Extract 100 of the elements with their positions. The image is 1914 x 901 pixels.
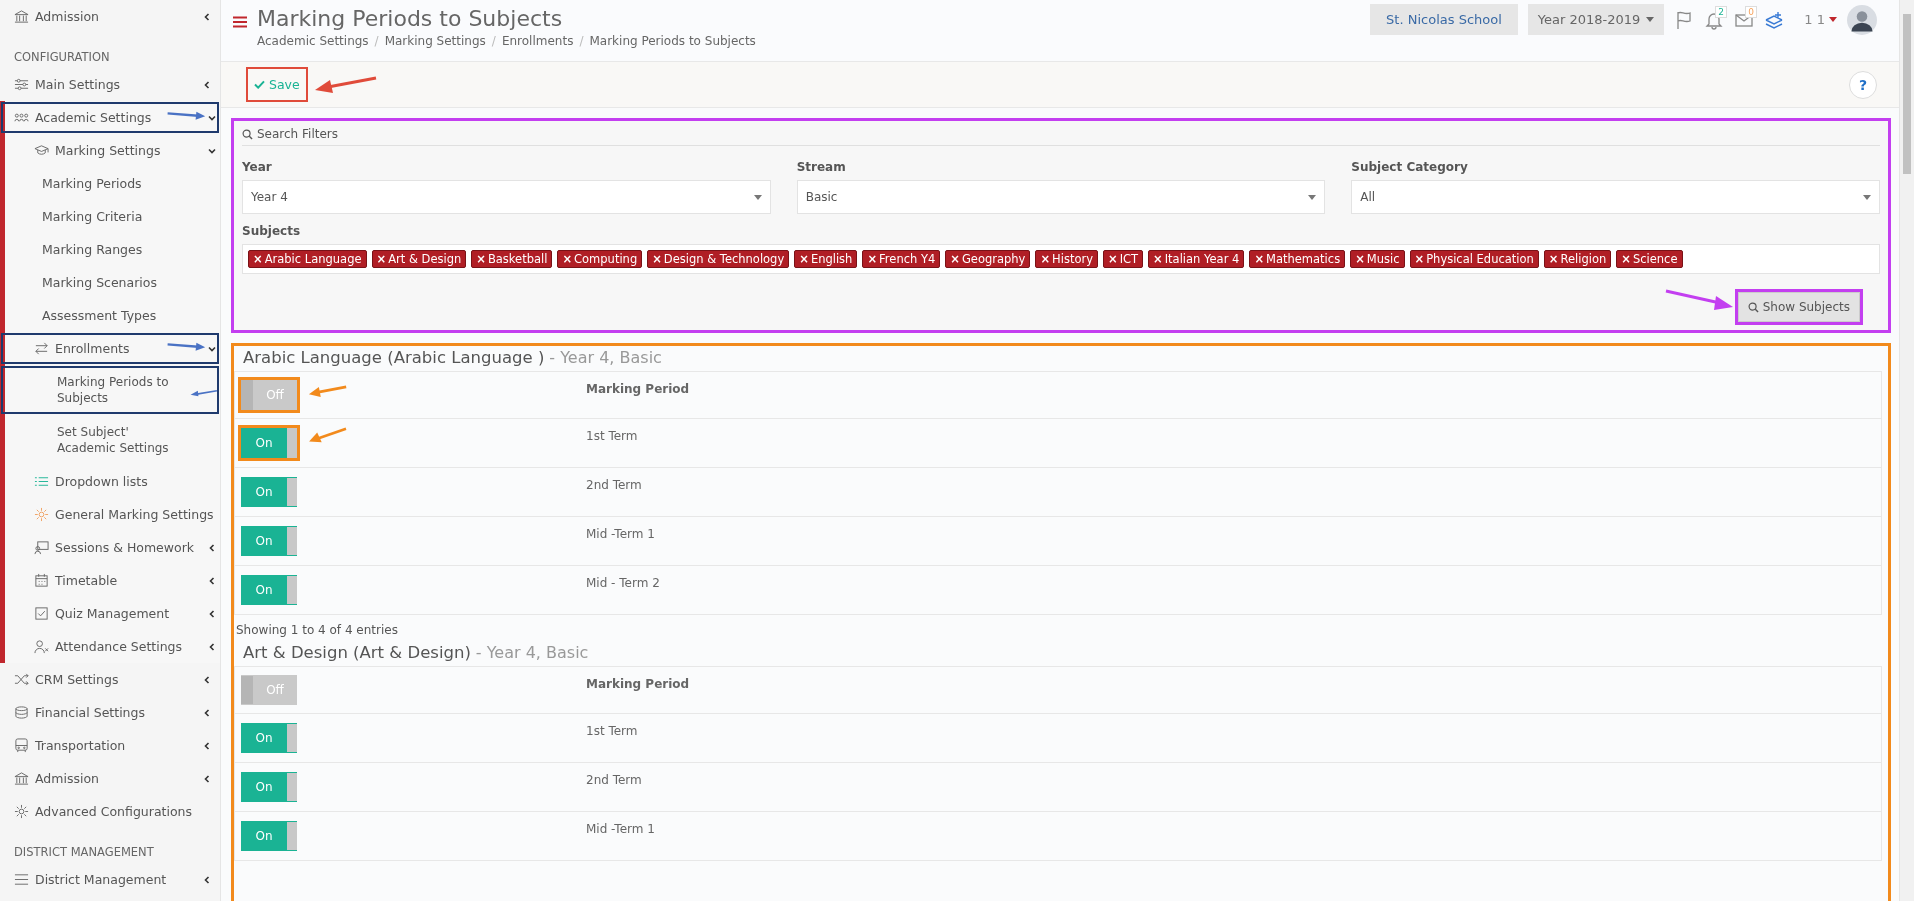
remove-tag-button[interactable]: × [1254, 252, 1264, 266]
screen-icon [34, 540, 49, 555]
select-field[interactable]: All [1351, 180, 1880, 214]
sidebar-item-label: Marking Scenarios [42, 275, 157, 290]
entries-info: Showing 1 to 4 of 4 entries [235, 622, 399, 639]
sidebar-item[interactable]: Assessment Types [0, 299, 220, 332]
sidebar-item[interactable]: Advanced Configurations [0, 795, 220, 828]
sidebar-item[interactable]: Quiz Management [0, 597, 220, 630]
breadcrumb-link[interactable]: Marking Settings [384, 34, 486, 48]
sidebar-item[interactable]: Timetable [0, 564, 220, 597]
sidebar-item[interactable]: Main Settings [0, 68, 220, 101]
sidebar-item-label: Dropdown lists [55, 474, 148, 489]
sidebar-item[interactable]: Marking Settings [0, 134, 220, 167]
check-icon [34, 606, 49, 621]
layers-icon[interactable] [1764, 9, 1785, 30]
sidebar-item[interactable]: Set Subject' Academic Settings [0, 415, 220, 465]
select-field[interactable]: Year 4 [242, 180, 771, 214]
remove-tag-button[interactable]: × [1621, 252, 1631, 266]
remove-tag-button[interactable]: × [1355, 252, 1365, 266]
message-count: 0 [1745, 5, 1758, 18]
menu-icon[interactable] [233, 16, 247, 28]
list-icon [34, 474, 49, 489]
show-subjects-button[interactable]: Show Subjects [1737, 292, 1860, 322]
avatar-icon[interactable] [1847, 4, 1877, 35]
caret-icon [1863, 194, 1871, 200]
checkmark-icon [254, 80, 265, 89]
sidebar-item[interactable]: Marking Periods [0, 167, 220, 200]
sidebar-item-label: Academic Settings [35, 110, 152, 125]
sidebar-item-label: Advanced Configurations [35, 804, 192, 819]
sidebar-item-label: Marking Periods to Subjects [57, 374, 170, 406]
subject-tag: Basketball [487, 252, 548, 266]
bus-icon [14, 738, 29, 753]
sidebar-section-header: DISTRICT MANAGEMENT [13, 844, 155, 861]
page-title: Marking Periods to Subjects [257, 5, 564, 33]
sidebar-item[interactable]: Academic Settings [0, 101, 220, 134]
sidebar-item[interactable]: Dropdown lists [0, 465, 220, 498]
breadcrumb-link[interactable]: Academic Settings [257, 34, 369, 48]
remove-tag-button[interactable]: × [562, 252, 573, 266]
remove-tag-button[interactable]: × [799, 252, 809, 266]
remove-tag-button[interactable]: × [1548, 252, 1559, 266]
sidebar-item[interactable]: Attendance Settings [0, 630, 220, 663]
subject-tag: Physical Education [1426, 252, 1534, 266]
calendar-icon [34, 573, 49, 588]
subject-tag: Mathematics [1266, 252, 1341, 266]
remove-tag-button[interactable]: × [1108, 252, 1118, 266]
chevron-left-icon [203, 12, 211, 21]
remove-tag-button[interactable]: × [652, 252, 662, 266]
subject-subtitle: - Year 4, Basic [475, 643, 589, 662]
remove-tag-button[interactable]: × [1040, 252, 1051, 266]
sidebar-item[interactable]: Marking Ranges [0, 233, 220, 266]
subject-title: Art & Design (Art & Design) [243, 643, 471, 662]
remove-tag-button[interactable]: × [867, 252, 878, 266]
sidebar-item[interactable]: District Management [0, 863, 220, 896]
sidebar-item[interactable]: Marking Scenarios [0, 266, 220, 299]
caret-icon [1646, 17, 1655, 22]
sidebar-item[interactable]: Marking Periods to Subjects [0, 365, 220, 415]
chevron-left-icon [203, 875, 211, 884]
sidebar-item[interactable]: Enrollments [0, 332, 220, 365]
remove-tag-button[interactable]: × [253, 252, 263, 266]
subjects-multiselect[interactable] [242, 244, 1880, 274]
subject-tag: Science [1632, 252, 1678, 266]
field-label: Subjects [242, 224, 302, 238]
scrollbar[interactable] [1899, 0, 1914, 901]
subject-tag: Arabic Language [264, 252, 362, 266]
chevron-left-icon [203, 774, 211, 783]
search-icon [242, 128, 253, 140]
remove-tag-button[interactable]: × [376, 252, 387, 266]
sidebar-item[interactable]: General Marking Settings [0, 498, 220, 531]
sidebar-item-label: Marking Periods [42, 176, 142, 191]
remove-tag-button[interactable]: × [1153, 252, 1163, 266]
annotation-arrow [1663, 288, 1734, 312]
school-button[interactable]: St. Nicolas School [1370, 4, 1518, 35]
sidebar-item[interactable]: Sessions & Homework [0, 531, 220, 564]
notification-count: 2 [1715, 5, 1728, 18]
year-dropdown[interactable]: Year 2018-2019 [1527, 4, 1665, 35]
select-field[interactable]: Basic [796, 180, 1326, 214]
sidebar-item[interactable]: Marking Criteria [0, 200, 220, 233]
cap-icon [34, 143, 49, 158]
sidebar-item-label: Marking Settings [55, 143, 161, 158]
chevron-left-icon [208, 642, 216, 651]
bank-icon [14, 9, 29, 24]
sidebar-item[interactable]: Financial Settings [0, 696, 220, 729]
annotation-arrow [166, 340, 206, 352]
sidebar-item[interactable]: CRM Settings [0, 663, 220, 696]
sidebar-item-label: Marking Ranges [42, 242, 143, 257]
sidebar-item-label: CRM Settings [35, 672, 119, 687]
remove-tag-button[interactable]: × [950, 252, 960, 266]
field-label: Year [242, 160, 273, 174]
sidebar-item[interactable]: Admission [0, 0, 220, 33]
breadcrumb-link[interactable]: Enrollments [501, 34, 574, 48]
sidebar-section-header: CONFIGURATION [13, 49, 111, 66]
caret-icon [753, 194, 762, 200]
person-icon [34, 639, 49, 654]
sidebar-item[interactable]: Transportation [0, 729, 220, 762]
sidebar-item[interactable]: Admission [0, 762, 220, 795]
subject-tag: History [1052, 252, 1093, 266]
remove-tag-button[interactable]: × [476, 252, 486, 266]
table-cell-text: 2nd Term [586, 477, 642, 494]
remove-tag-button[interactable]: × [1414, 252, 1425, 266]
help-button[interactable]: ? [1849, 70, 1877, 99]
